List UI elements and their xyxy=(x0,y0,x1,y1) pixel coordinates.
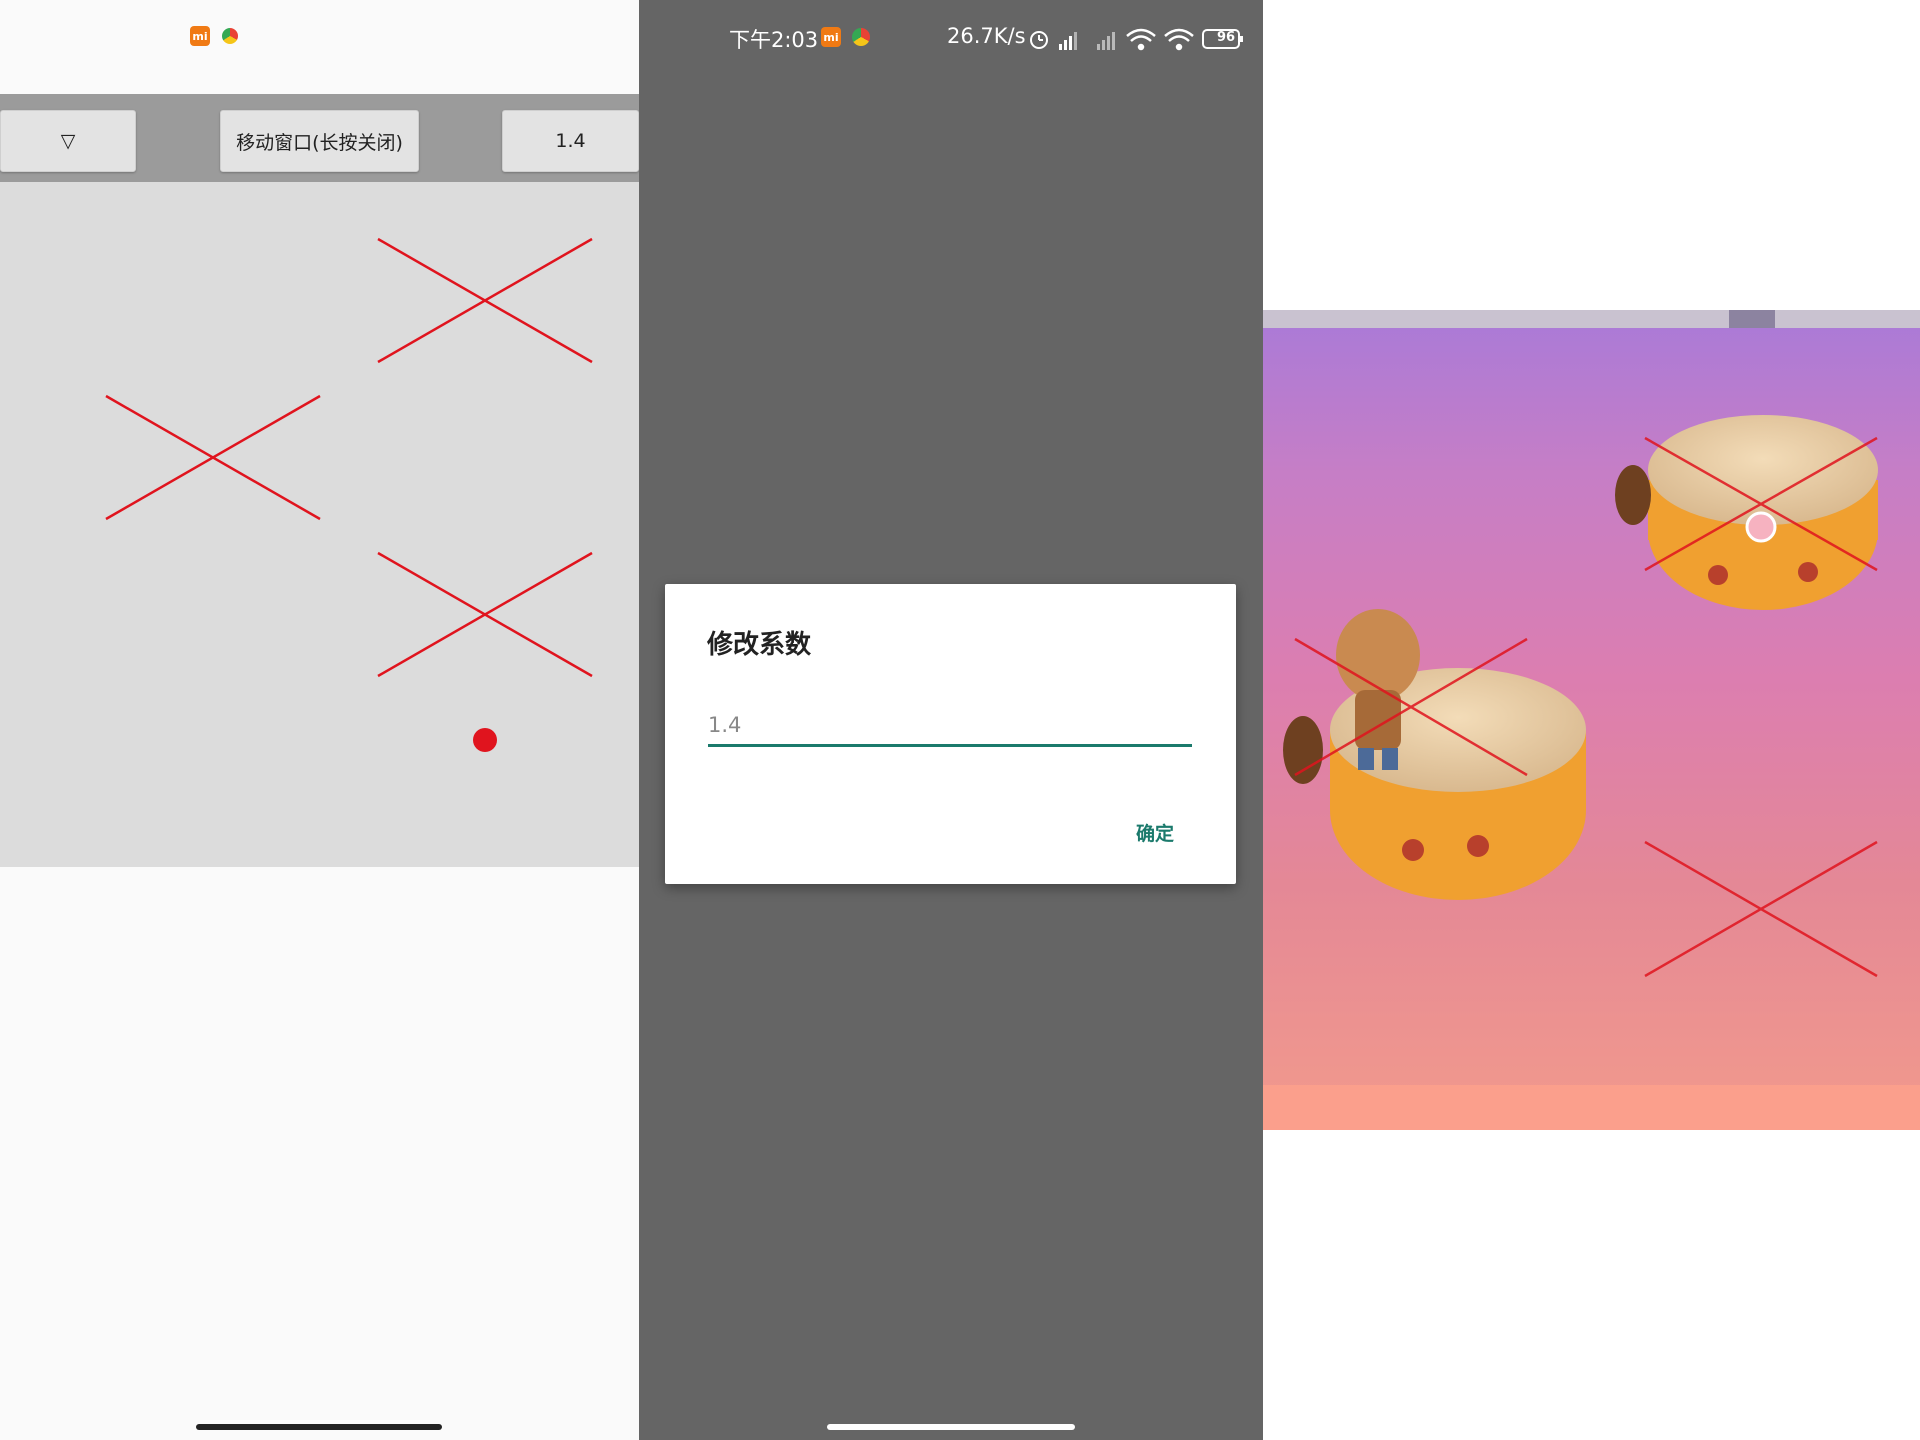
floating-toolbar: ▽ 移动窗口(长按关闭) 1.4 xyxy=(0,94,639,182)
move-window-button[interactable]: 移动窗口(长按关闭) xyxy=(220,110,419,172)
network-speed: 26.7K/s xyxy=(947,24,1026,48)
status-time: 下午2:03 xyxy=(729,28,819,52)
alarm-icon xyxy=(1030,31,1048,49)
game-bottom-strip xyxy=(1263,1085,1920,1130)
markers-canvas xyxy=(105,237,593,752)
coefficient-button[interactable]: 1.4 xyxy=(502,110,639,172)
chrome-icon xyxy=(222,28,238,44)
x-marker-middle-left[interactable] xyxy=(105,394,321,521)
dropdown-button[interactable]: ▽ xyxy=(0,110,136,172)
triangle-down-icon: ▽ xyxy=(60,130,76,152)
mi-app-icon: mi xyxy=(821,27,841,47)
wifi-icon xyxy=(1126,28,1156,51)
pink-target-dot xyxy=(1745,511,1777,543)
mi-app-icon: mi xyxy=(190,26,210,46)
tiger-drum-lower xyxy=(1283,668,1586,900)
move-window-label: 移动窗口(长按关闭) xyxy=(236,131,403,154)
overlay-settings-panel: mi ▽ 移动窗口(长按关闭) 1.4 xyxy=(0,0,639,1440)
overlay-preview-area xyxy=(0,182,639,867)
dialog-title: 修改系数 xyxy=(707,630,812,660)
cellular-signal-2-icon xyxy=(1097,32,1115,50)
status-bar-faded: mi xyxy=(0,0,639,74)
status-bar: 下午2:03 mi 26.7K/s 96 xyxy=(639,14,1263,60)
x-marker-bottom-right[interactable] xyxy=(377,551,593,678)
hotspot-wifi-icon xyxy=(1164,28,1194,51)
edit-coefficient-dialog: 修改系数 确定 xyxy=(665,584,1236,884)
home-indicator[interactable] xyxy=(196,1424,442,1430)
chrome-icon xyxy=(852,28,870,46)
battery-level: 96 xyxy=(1217,30,1236,45)
coefficient-value: 1.4 xyxy=(555,130,586,152)
x-marker-top-right[interactable] xyxy=(377,237,593,364)
home-indicator[interactable] xyxy=(827,1424,1075,1430)
game-overlay-view xyxy=(1263,0,1920,1440)
touch-point-dot[interactable] xyxy=(473,728,497,752)
game-scene xyxy=(1283,415,1878,978)
cellular-signal-icon xyxy=(1059,32,1077,50)
edit-coefficient-screen: 下午2:03 mi 26.7K/s 96 修改系数 1.4 确定 xyxy=(639,0,1263,1440)
confirm-button[interactable]: 确定 xyxy=(1136,819,1174,846)
x-marker-game-lower xyxy=(1644,840,1878,978)
coefficient-input[interactable] xyxy=(708,710,1192,747)
